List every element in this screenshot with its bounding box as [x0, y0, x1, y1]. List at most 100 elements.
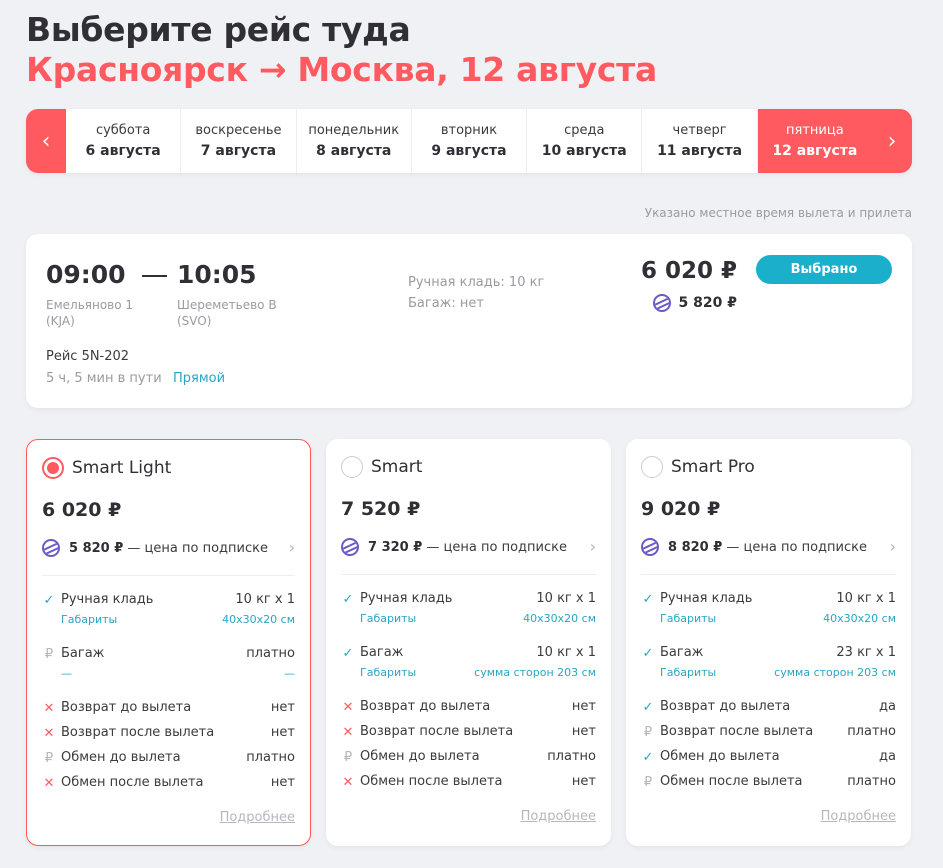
tariff-condition-row: ✕ Обмен после вылета нет: [42, 775, 295, 795]
dimensions-link[interactable]: Габариты: [360, 666, 416, 679]
date-weekday: понедельник: [308, 123, 400, 138]
row-label: Багаж: [61, 646, 105, 661]
dimensions-value: 40х30х20 см: [222, 613, 295, 626]
dimensions-link[interactable]: Габариты: [660, 666, 716, 679]
row-value: 10 кг х 1: [836, 591, 896, 606]
baggage-row: ✓ Багаж 23 кг х 1: [641, 645, 896, 665]
tariff-card[interactable]: Smart Pro 9 020 ₽ 8 820 ₽ — цена по подпис…: [626, 439, 911, 846]
subscription-price: 5 820 ₽: [652, 294, 737, 312]
tariff-condition-row: ₽ Возврат после вылета платно: [641, 724, 896, 744]
subscription-price-link[interactable]: 8 820 ₽ — цена по подписке ›: [641, 537, 896, 557]
dimensions-link[interactable]: —: [61, 667, 72, 680]
cross-icon: ✕: [342, 775, 354, 790]
date-tab[interactable]: среда 10 августа: [526, 109, 641, 173]
tariff-condition-row: ₽ Обмен после вылета платно: [641, 774, 896, 794]
dimensions-link[interactable]: Габариты: [360, 612, 416, 625]
hand-luggage-row: ✓ Ручная кладь 10 кг х 1: [641, 591, 896, 611]
arrival-airport: Шереметьево B (SVO): [177, 297, 277, 329]
chevron-right-icon: ›: [889, 537, 896, 556]
hand-luggage-dimensions: Габариты 40х30х20 см: [341, 612, 596, 628]
date-tab[interactable]: вторник 9 августа: [410, 109, 526, 173]
row-value: платно: [246, 750, 295, 765]
date-tab[interactable]: воскресенье 7 августа: [180, 109, 295, 173]
row-label: Обмен после вылета: [61, 775, 204, 790]
check-icon: ✓: [642, 700, 654, 715]
date-weekday: пятница: [786, 123, 844, 138]
tariff-condition-row: ₽ Обмен до вылета платно: [341, 749, 596, 769]
row-value: нет: [270, 700, 295, 715]
cross-icon: ✕: [342, 725, 354, 740]
next-dates-button[interactable]: ›: [872, 109, 912, 173]
baggage-row: ₽ Багаж платно: [42, 646, 295, 666]
ruble-icon: ₽: [643, 775, 653, 790]
tariff-price: 7 520 ₽: [341, 498, 421, 520]
dimensions-link[interactable]: Габариты: [61, 613, 117, 626]
row-label: Возврат до вылета: [61, 700, 192, 715]
tariff-condition-row: ✕ Возврат после вылета нет: [341, 724, 596, 744]
more-details-link[interactable]: Подробнее: [821, 809, 896, 824]
row-value: нет: [270, 775, 295, 790]
departure-airport-name: Емельяново 1: [46, 298, 134, 312]
hand-luggage-dimensions: Габариты 40х30х20 см: [641, 612, 896, 628]
radio-icon[interactable]: [341, 456, 363, 478]
date-weekday: вторник: [440, 123, 498, 138]
dimensions-value: 40х30х20 см: [823, 612, 896, 625]
cross-icon: ✕: [342, 700, 354, 715]
row-label: Багаж: [660, 645, 704, 660]
date-day: 6 августа: [85, 143, 161, 159]
date-weekday: среда: [564, 123, 605, 138]
subscription-price-link[interactable]: 7 320 ₽ — цена по подписке ›: [341, 537, 596, 557]
arrival-time: 10:05: [177, 260, 257, 289]
selected-button[interactable]: Выбрано: [756, 255, 892, 284]
check-icon: ✓: [342, 592, 354, 607]
row-label: Обмен после вылета: [660, 774, 803, 789]
row-label: Обмен до вылета: [360, 749, 480, 764]
subscription-price-link[interactable]: 5 820 ₽ — цена по подписке ›: [42, 538, 295, 558]
date-day: 12 августа: [772, 143, 858, 159]
tariff-price: 6 020 ₽: [42, 499, 122, 521]
flight-duration: 5 ч, 5 мин в пути: [46, 371, 162, 386]
date-tab[interactable]: суббота 6 августа: [66, 109, 180, 173]
date-weekday: четверг: [672, 123, 727, 138]
subscription-price-value: 7 320 ₽: [368, 539, 423, 555]
dimensions-link[interactable]: Габариты: [660, 612, 716, 625]
tariff-card[interactable]: Smart Light 6 020 ₽ 5 820 ₽ — цена по подп…: [26, 439, 311, 846]
row-value: нет: [571, 724, 596, 739]
row-value: да: [879, 699, 896, 714]
prev-dates-button[interactable]: ‹: [26, 109, 66, 173]
tariff-radio-option[interactable]: Smart Pro: [641, 456, 755, 478]
row-label: Обмен до вылета: [660, 749, 780, 764]
more-details-link[interactable]: Подробнее: [521, 809, 596, 824]
subscription-price-value: 8 820 ₽: [668, 539, 723, 555]
date-tab[interactable]: понедельник 8 августа: [295, 109, 411, 173]
row-label: Ручная кладь: [660, 591, 753, 606]
check-icon: ✓: [43, 593, 55, 608]
baggage-dimensions: — —: [42, 667, 295, 683]
tariff-radio-option[interactable]: Smart Light: [42, 457, 171, 479]
row-label: Ручная кладь: [360, 591, 453, 606]
tariff-condition-row: ₽ Обмен до вылета платно: [42, 750, 295, 770]
row-label: Обмен до вылета: [61, 750, 181, 765]
date-tab[interactable]: четверг 11 августа: [641, 109, 756, 173]
row-value: платно: [847, 774, 896, 789]
chevron-left-icon: ‹: [41, 128, 51, 154]
row-label: Ручная кладь: [61, 592, 154, 607]
flight-price: 6 020 ₽: [640, 258, 737, 284]
radio-icon[interactable]: [42, 457, 64, 479]
departure-airport-code: (KJA): [46, 314, 75, 328]
date-weekday: воскресенье: [195, 123, 282, 138]
direct-flight-link[interactable]: Прямой: [173, 371, 225, 386]
row-value: 10 кг х 1: [536, 591, 596, 606]
subscription-price-value: 5 820 ₽: [678, 295, 737, 311]
check-icon: ✓: [642, 750, 654, 765]
date-selector: ‹ суббота 6 августа воскресенье 7 августа по…: [26, 109, 912, 173]
dimensions-value: —: [284, 667, 295, 680]
row-value: да: [879, 749, 896, 764]
dimensions-value: сумма сторон 203 см: [474, 666, 596, 679]
tariff-radio-option[interactable]: Smart: [341, 456, 422, 478]
more-details-link[interactable]: Подробнее: [220, 810, 295, 825]
date-tab[interactable]: пятница 12 августа: [756, 109, 872, 173]
row-value: нет: [571, 699, 596, 714]
radio-icon[interactable]: [641, 456, 663, 478]
tariff-card[interactable]: Smart 7 520 ₽ 7 320 ₽ — цена по подписке › ✓…: [326, 439, 611, 846]
